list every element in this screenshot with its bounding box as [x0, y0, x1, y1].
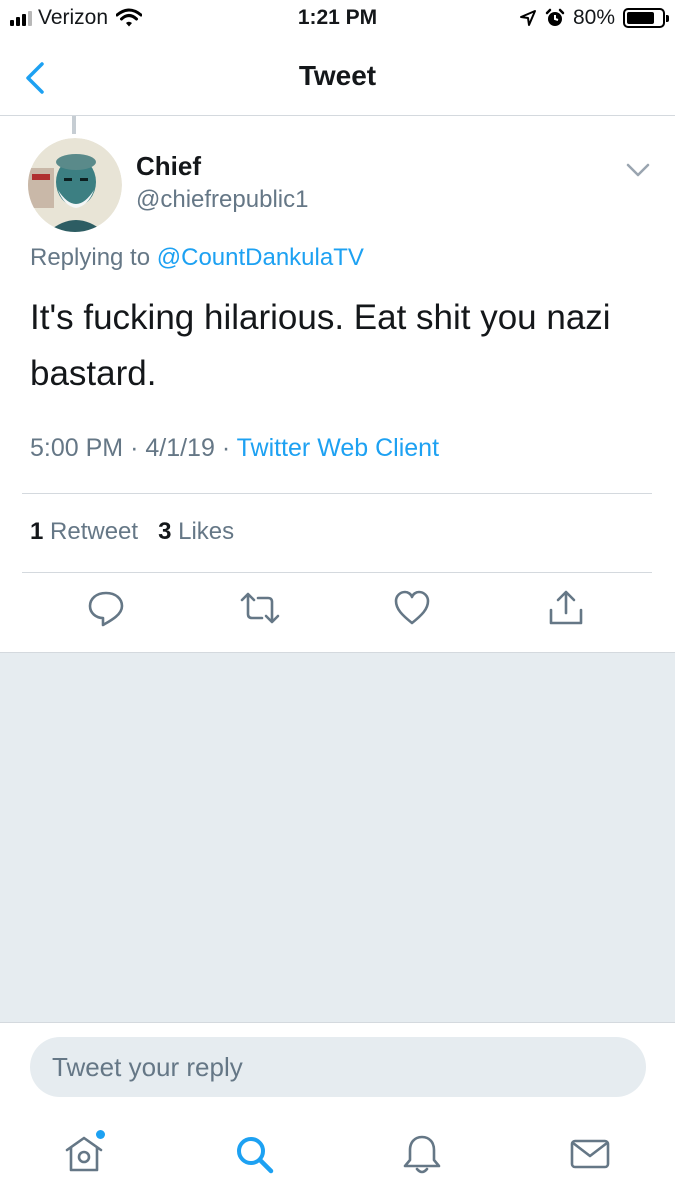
retweet-stat[interactable]: 1 Retweet	[30, 518, 138, 545]
thread-line	[72, 116, 76, 134]
search-icon[interactable]	[232, 1132, 276, 1176]
tweet-date: 4/1/19	[145, 434, 215, 462]
author-handle[interactable]: @chiefrepublic1	[136, 186, 308, 214]
nav-bar: Tweet	[0, 40, 675, 116]
replying-to: Replying to @CountDankulaTV	[30, 244, 364, 272]
battery-percent: 80%	[572, 6, 615, 29]
chevron-down-icon[interactable]	[624, 158, 652, 182]
reply-icon[interactable]	[86, 588, 126, 628]
status-bar: Verizon 1:21 PM 80%	[0, 0, 675, 40]
like-count: 3	[158, 518, 172, 545]
like-stat[interactable]: 3 Likes	[158, 518, 234, 545]
retweet-count: 1	[30, 518, 44, 545]
reply-bar	[0, 1022, 675, 1114]
divider	[22, 572, 652, 573]
tweet-actions	[0, 588, 675, 638]
share-icon[interactable]	[546, 588, 586, 628]
tweet-meta: 5:00 PM · 4/1/19 · Twitter Web Client	[30, 434, 439, 463]
tweet-stats: 1 Retweet 3 Likes	[30, 518, 234, 546]
tab-bar	[0, 1114, 675, 1200]
avatar[interactable]	[28, 138, 122, 232]
page-title: Tweet	[298, 60, 377, 91]
divider	[22, 493, 652, 494]
notification-dot	[96, 1130, 105, 1139]
alarm-icon	[545, 8, 565, 26]
messages-icon[interactable]	[568, 1132, 612, 1176]
retweet-icon[interactable]	[240, 588, 280, 628]
reply-input[interactable]	[30, 1037, 646, 1097]
status-right: 80%	[519, 6, 669, 30]
meta-separator: ·	[130, 434, 139, 462]
author-name[interactable]: Chief	[136, 151, 201, 182]
location-icon	[519, 10, 536, 26]
tweet-time: 5:00 PM	[30, 434, 124, 462]
replying-prefix: Replying to	[30, 244, 151, 271]
like-label: Likes	[178, 518, 235, 545]
notifications-icon[interactable]	[400, 1132, 444, 1176]
meta-separator: ·	[221, 434, 231, 462]
tweet-text: It's fucking hilarious. Eat shit you naz…	[30, 298, 611, 393]
empty-replies-area	[0, 652, 675, 1022]
tweet-client-link[interactable]: Twitter Web Client	[237, 434, 439, 462]
retweet-label: Retweet	[50, 518, 139, 545]
replying-to-link[interactable]: @CountDankulaTV	[157, 244, 364, 271]
battery-icon	[623, 8, 669, 28]
like-icon[interactable]	[392, 588, 432, 628]
